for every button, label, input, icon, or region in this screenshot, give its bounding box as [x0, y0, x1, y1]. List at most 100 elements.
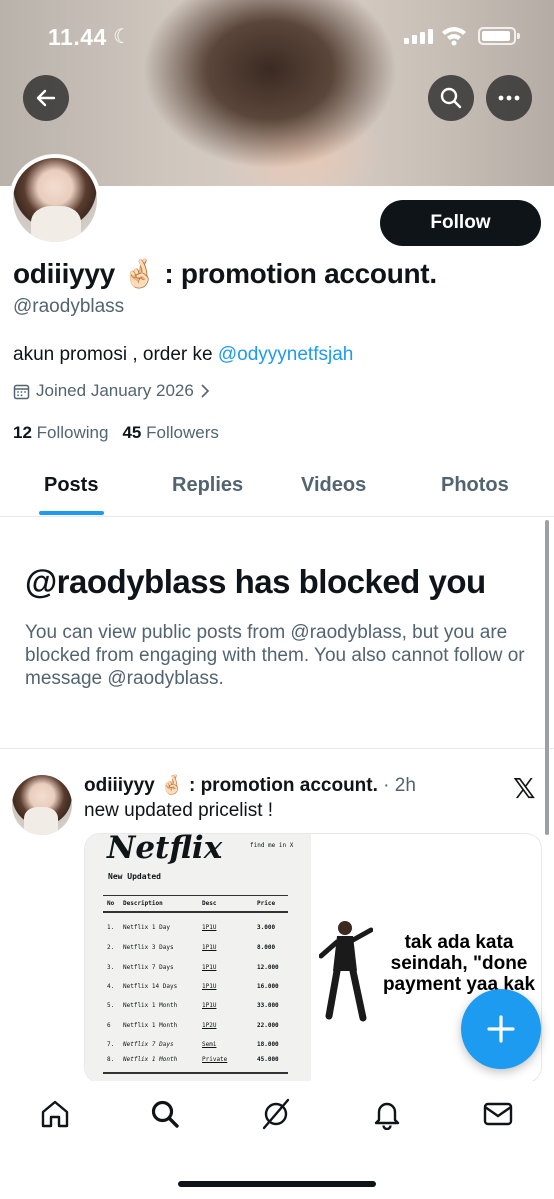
row-description: Netflix 1 Month	[123, 1002, 178, 1009]
pricelist-rule	[103, 895, 288, 896]
row-price: 8.000	[257, 944, 276, 951]
row-description: Netflix 7 Days	[123, 1041, 174, 1048]
post-avatar[interactable]	[12, 775, 72, 835]
profile-avatar[interactable]	[9, 154, 101, 246]
row-price: 45.000	[257, 1056, 279, 1063]
home-icon	[41, 1100, 69, 1128]
more-icon	[498, 95, 520, 101]
row-description: Netflix 1 Month	[123, 1056, 178, 1063]
row-number: 5.	[107, 1002, 115, 1009]
follow-button[interactable]: Follow	[380, 200, 541, 246]
nav-home[interactable]	[38, 1097, 72, 1131]
row-price: 33.000	[257, 1002, 279, 1009]
back-button[interactable]	[23, 75, 69, 121]
followers-label: Followers	[146, 423, 219, 442]
signal-icon	[404, 28, 433, 44]
divider	[0, 748, 554, 749]
row-number: 7.	[107, 1041, 115, 1048]
row-price: 16.000	[257, 983, 279, 990]
nav-notifications[interactable]	[370, 1097, 404, 1131]
pricelist-rule	[103, 911, 288, 913]
followers-link[interactable]: 45 Followers	[122, 423, 218, 443]
joined-text: Joined January 2026	[36, 381, 194, 400]
post-author-name: odiiiyyy 🤞🏻 : promotion account.	[84, 775, 378, 796]
row-price: 22.000	[257, 1022, 279, 1029]
search-icon	[151, 1100, 179, 1128]
back-arrow-icon	[36, 89, 56, 107]
row-desc: 1P1U	[202, 964, 217, 971]
search-icon	[440, 87, 462, 109]
tab-replies[interactable]: Replies	[172, 474, 243, 497]
compose-post-button[interactable]	[461, 989, 541, 1069]
scrollbar[interactable]	[545, 520, 549, 835]
profile-tabs: Posts Replies Videos Photos	[0, 460, 554, 517]
header-description: Description	[123, 900, 163, 907]
row-price: 18.000	[257, 1041, 279, 1048]
row-description: Netflix 14 Days	[123, 983, 178, 990]
meme-caption-line-1: tak ada kata	[404, 932, 514, 953]
messages-icon	[483, 1102, 513, 1126]
row-desc: 1P1U	[202, 983, 217, 990]
row-description: Netflix 3 Days	[123, 944, 174, 951]
following-count: 12	[13, 423, 32, 442]
bio: akun promosi , order ke @odyyynetfsjah	[13, 344, 353, 366]
pricelist-image: Netflix find me in X New Updated No Desc…	[85, 833, 311, 1082]
pricelist-findme: find me in X	[250, 842, 294, 849]
pricelist-rule	[103, 1072, 288, 1074]
follow-stats: 12 Following 45 Followers	[13, 423, 219, 443]
grok-icon	[262, 1098, 290, 1130]
bio-text: akun promosi , order ke	[13, 344, 218, 365]
bio-mention-link[interactable]: @odyyynetfsjah	[218, 344, 353, 365]
tab-posts[interactable]: Posts	[44, 474, 98, 497]
home-indicator	[178, 1181, 376, 1187]
row-number: 8.	[107, 1056, 115, 1063]
row-desc: 1P1U	[202, 944, 217, 951]
status-bar: 11.44 ☾	[0, 18, 554, 58]
blocked-title: @raodyblass has blocked you	[25, 563, 486, 600]
meme-caption-line-2: seindah, "done	[390, 953, 528, 974]
dancing-man-figure	[319, 921, 373, 1022]
chevron-right-icon	[201, 384, 209, 398]
header-price: Price	[257, 900, 276, 907]
moon-icon: ☾	[113, 26, 131, 48]
post-timestamp: · 2h	[377, 775, 416, 796]
pricelist-subtitle: New Updated	[108, 872, 161, 881]
nav-grok[interactable]	[259, 1097, 293, 1131]
tab-videos[interactable]: Videos	[301, 474, 366, 497]
display-name: odiiiyyy 🤞🏻 : promotion account.	[13, 258, 437, 289]
calendar-icon	[13, 384, 30, 399]
row-price: 3.000	[257, 924, 276, 931]
x-logo-icon: 𝕏	[513, 772, 536, 805]
row-description: Netflix 1 Month	[123, 1022, 178, 1029]
pricelist-brand: Netflix	[107, 833, 223, 866]
joined-date[interactable]: Joined January 2026	[13, 381, 210, 401]
post-author[interactable]: odiiiyyy 🤞🏻 : promotion account. · 2h	[84, 773, 416, 797]
row-number: 3.	[107, 964, 115, 971]
tab-photos[interactable]: Photos	[441, 474, 509, 497]
battery-icon	[478, 27, 520, 45]
row-number: 4.	[107, 983, 115, 990]
nav-search[interactable]	[148, 1097, 182, 1131]
post-text: new updated pricelist !	[84, 800, 274, 821]
wifi-icon	[442, 27, 466, 46]
row-desc: 1P1U	[202, 1002, 217, 1009]
header-no: No	[107, 900, 115, 907]
following-label: Following	[36, 423, 109, 442]
row-description: Netflix 7 Days	[123, 964, 174, 971]
row-desc: 1P1U	[202, 924, 217, 931]
status-time: 11.44	[48, 24, 107, 50]
row-desc: 1P2U	[202, 1022, 217, 1029]
row-desc: Semi	[202, 1041, 217, 1048]
blocked-description: You can view public posts from @raodybla…	[25, 622, 525, 689]
meme-caption: tak ada kata seindah, "done payment yaa …	[369, 932, 541, 995]
following-link[interactable]: 12 Following	[13, 423, 108, 443]
row-number: 2.	[107, 944, 115, 951]
row-number: 6	[107, 1022, 111, 1029]
nav-messages[interactable]	[481, 1097, 515, 1131]
plus-icon	[487, 1015, 515, 1043]
active-tab-indicator	[39, 511, 104, 515]
bottom-navigation	[0, 1081, 554, 1199]
notifications-icon	[374, 1102, 400, 1130]
search-button[interactable]	[428, 75, 474, 121]
more-button[interactable]	[486, 75, 532, 121]
